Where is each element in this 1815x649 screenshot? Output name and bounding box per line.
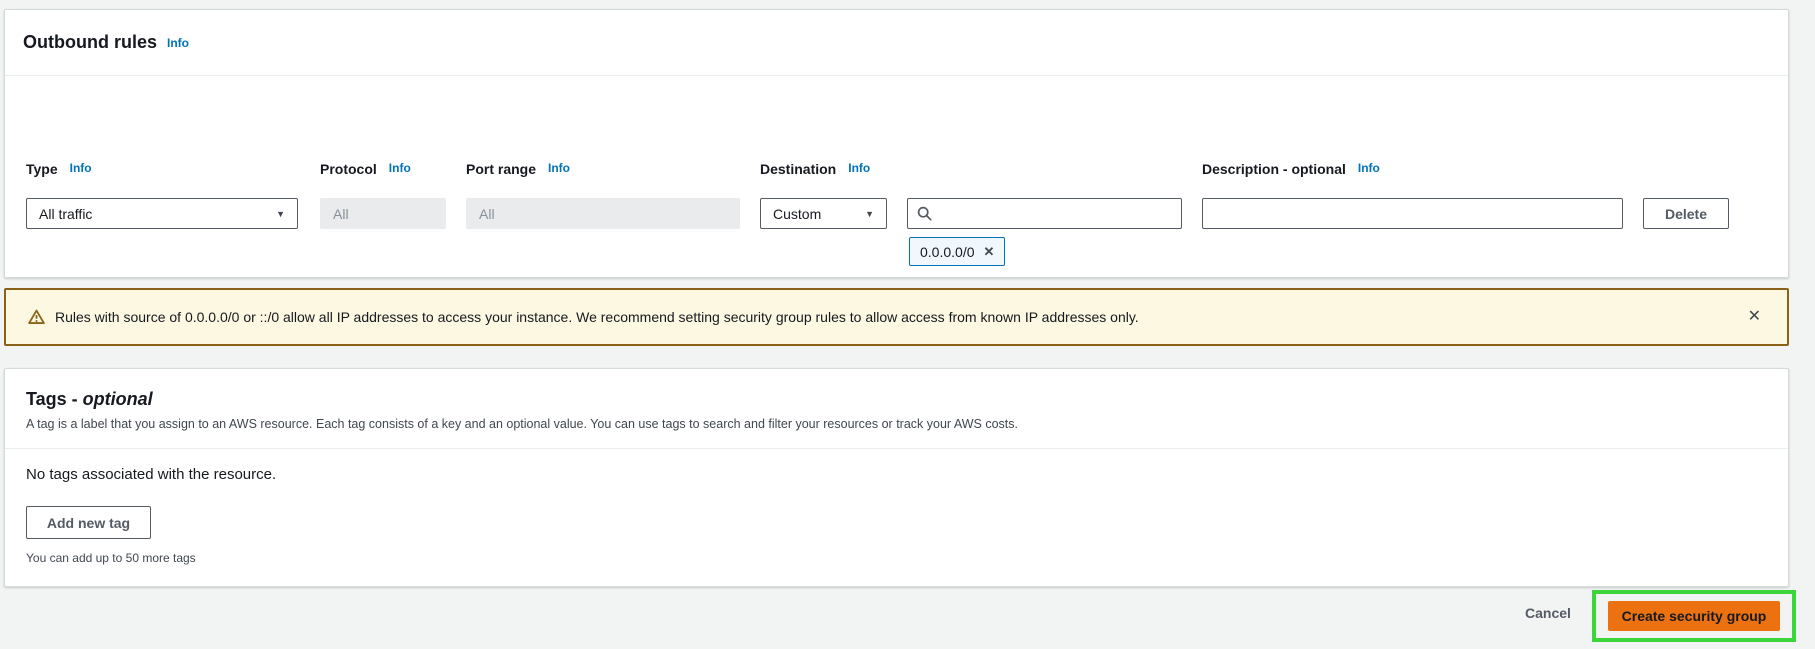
port-range-column-label: Port range Info (466, 161, 571, 177)
port-range-info-link[interactable]: Info (548, 161, 570, 175)
tags-empty-text: No tags associated with the resource. (26, 466, 277, 483)
tags-limit-note: You can add up to 50 more tags (26, 551, 196, 565)
description-input[interactable] (1202, 198, 1623, 229)
description-field-wrap (1202, 198, 1623, 229)
description-column-label: Description - optional Info (1202, 161, 1380, 177)
port-range-field-wrap (466, 198, 740, 229)
warning-triangle-icon (28, 309, 45, 325)
tags-card: Tags - optional A tag is a label that yo… (4, 368, 1789, 587)
destination-chip: 0.0.0.0/0 ✕ (909, 237, 1006, 266)
protocol-input (320, 198, 446, 229)
delete-rule-button[interactable]: Delete (1643, 198, 1729, 229)
tags-title: Tags - optional (26, 389, 153, 409)
banner-close-icon[interactable]: ✕ (1744, 305, 1765, 329)
destination-info-link[interactable]: Info (848, 161, 870, 175)
protocol-info-link[interactable]: Info (389, 161, 411, 175)
outbound-rules-title: Outbound rules (23, 32, 157, 52)
outbound-rules-header: Outbound rules Info (5, 10, 1788, 76)
create-security-group-button[interactable]: Create security group (1608, 601, 1780, 631)
protocol-field-wrap (320, 198, 446, 229)
warning-banner-message: Rules with source of 0.0.0.0/0 or ::/0 a… (55, 309, 1139, 325)
destination-type-value: Custom (773, 205, 822, 222)
annotation-highlight: Create security group (1592, 590, 1796, 642)
outbound-rules-info-link[interactable]: Info (167, 36, 189, 50)
warning-banner: Rules with source of 0.0.0.0/0 or ::/0 a… (4, 288, 1789, 346)
protocol-column-label: Protocol Info (320, 161, 411, 177)
cancel-button[interactable]: Cancel (1525, 605, 1571, 621)
description-info-link[interactable]: Info (1358, 161, 1380, 175)
outbound-rules-body: Type Info Protocol Info Port range Info Des… (5, 76, 1788, 323)
tags-title-optional: optional (82, 389, 153, 409)
chevron-down-icon: ▼ (865, 208, 874, 219)
add-new-tag-button[interactable]: Add new tag (26, 506, 151, 539)
tags-header: Tags - optional A tag is a label that yo… (5, 369, 1788, 449)
destination-type-select[interactable]: Custom ▼ (760, 198, 887, 229)
chip-remove-icon[interactable]: ✕ (984, 244, 995, 260)
tags-description: A tag is a label that you assign to an A… (26, 417, 1018, 431)
type-column-label: Type Info (26, 161, 92, 177)
destination-column-label: Destination Info (760, 161, 871, 177)
type-select-value: All traffic (39, 205, 93, 222)
destination-search-input[interactable] (940, 205, 1172, 222)
chevron-down-icon: ▼ (276, 208, 285, 219)
search-icon (917, 206, 932, 221)
destination-search-box[interactable] (907, 198, 1182, 229)
type-info-link[interactable]: Info (70, 161, 92, 175)
port-range-input (466, 198, 740, 229)
destination-chip-value: 0.0.0.0/0 (920, 243, 975, 260)
type-select[interactable]: All traffic ▼ (26, 198, 298, 229)
outbound-rules-card: Outbound rules Info Type Info Protocol Inf… (4, 9, 1789, 323)
create-security-group-page: Outbound rules Info Type Info Protocol Inf… (0, 0, 1815, 649)
